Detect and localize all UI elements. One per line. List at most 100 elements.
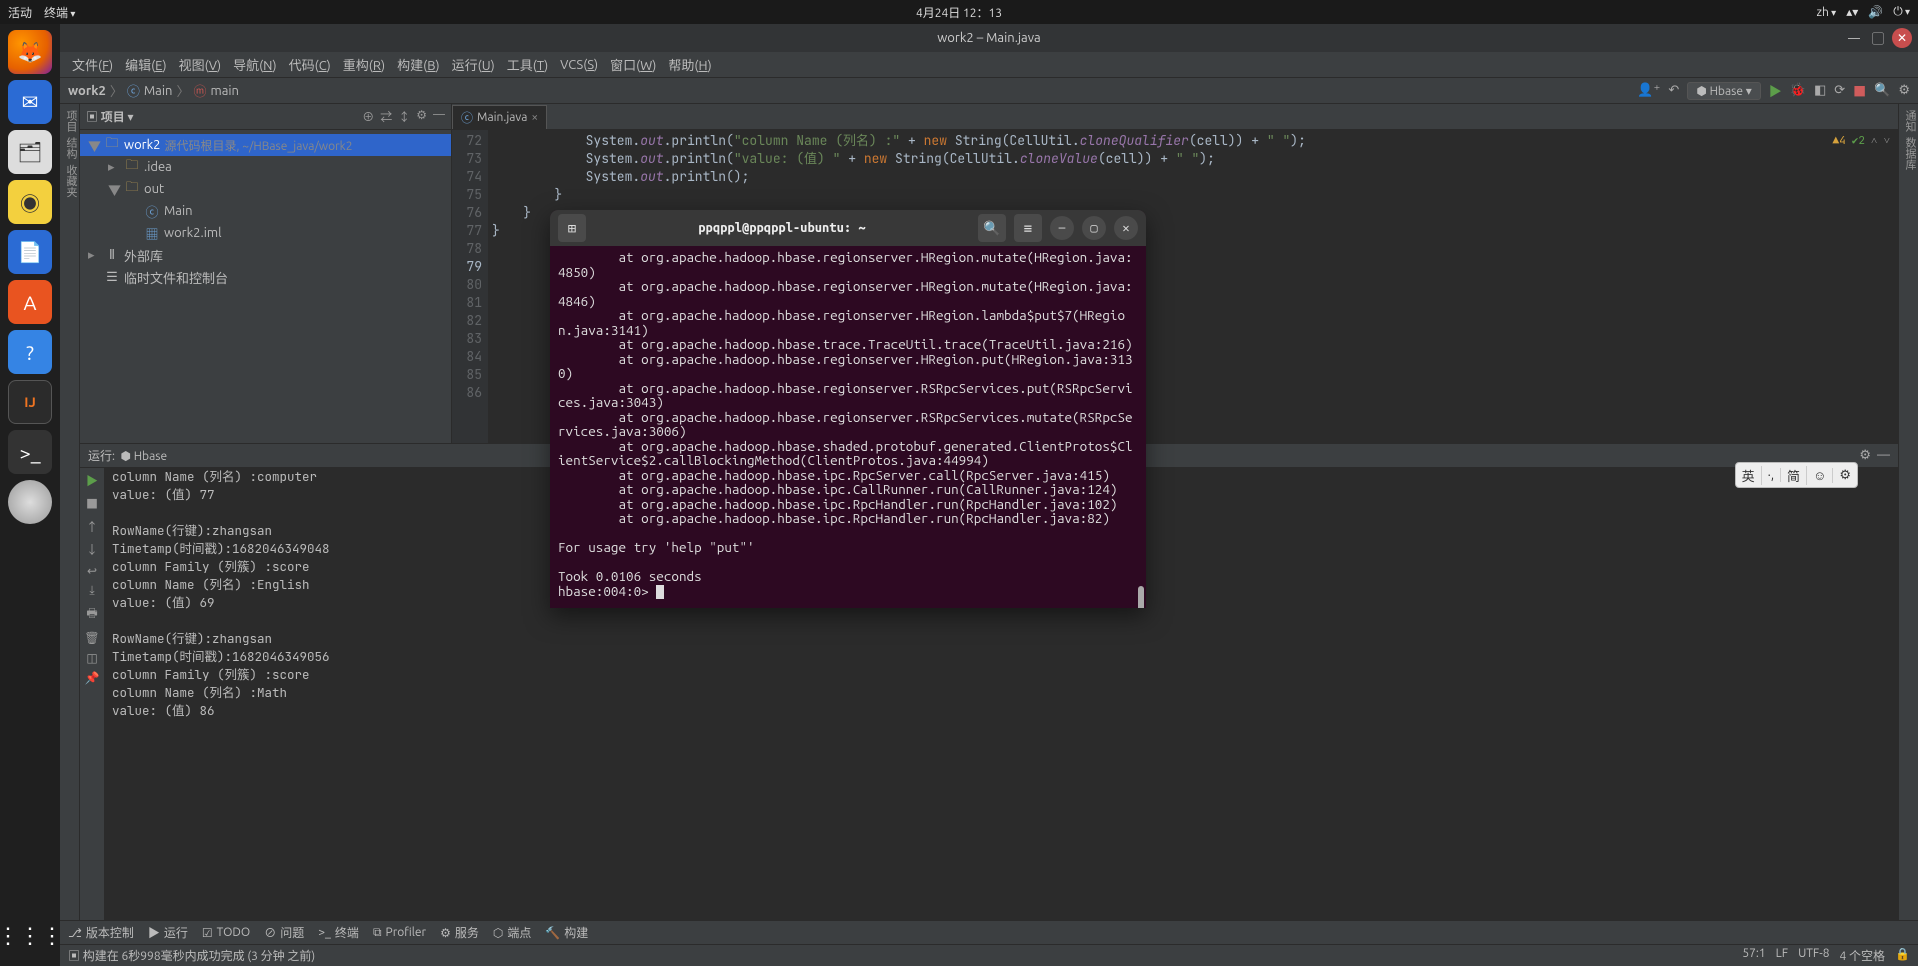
- search-icon[interactable]: 🔍: [1874, 83, 1890, 98]
- stop-icon[interactable]: ■: [1853, 81, 1866, 100]
- scroll-icon[interactable]: ⤓: [89, 584, 94, 598]
- terminal-minimize[interactable]: —: [1050, 216, 1074, 240]
- menu-VCS[interactable]: VCS(S): [556, 56, 602, 74]
- pane-hide-icon[interactable]: —: [433, 108, 445, 125]
- debug-icon[interactable]: 🐞: [1790, 83, 1806, 98]
- terminal-maximize[interactable]: ▢: [1082, 216, 1106, 240]
- scope-icon[interactable]: ⊕: [362, 108, 374, 125]
- bottom-tab-终端[interactable]: >_终端: [318, 924, 359, 941]
- window-close[interactable]: ✕: [1892, 28, 1912, 48]
- stop-run-icon[interactable]: ■: [86, 495, 98, 512]
- terminal-new-tab-icon[interactable]: ⊞: [558, 214, 586, 242]
- dock-intellij[interactable]: IJ: [8, 380, 52, 424]
- window-minimize[interactable]: —: [1844, 28, 1864, 48]
- layout-icon[interactable]: ◫: [86, 651, 97, 665]
- coverage-icon[interactable]: ◧: [1814, 83, 1826, 98]
- tree-row-out[interactable]: ▼🗀out: [80, 178, 451, 200]
- terminal-scrollbar[interactable]: [1138, 586, 1144, 608]
- ime-toolbar[interactable]: 英·,简☺⚙: [1735, 462, 1858, 488]
- dock-disc[interactable]: [8, 480, 52, 524]
- up-icon[interactable]: ↑: [86, 518, 98, 535]
- dock-show-apps[interactable]: ⋮⋮⋮: [8, 914, 52, 958]
- left-stripe[interactable]: 项目 结构 收藏夹: [60, 104, 80, 920]
- down-icon[interactable]: ↓: [86, 541, 98, 558]
- right-stripe[interactable]: 通知 数据库: [1898, 104, 1918, 920]
- bottom-tab-运行[interactable]: ▶运行: [148, 924, 188, 941]
- bottom-tab-服务[interactable]: ⚙服务: [440, 924, 479, 941]
- menu-重构[interactable]: 重构(R): [339, 53, 389, 76]
- ime-英[interactable]: 英: [1736, 466, 1762, 485]
- wrap-icon[interactable]: ↩: [87, 564, 97, 578]
- terminal-menu-icon[interactable]: ≡: [1014, 214, 1042, 242]
- dock-libreoffice[interactable]: 📄: [8, 230, 52, 274]
- project-tree[interactable]: ▼🗀work2 源代码根目录, ~/HBase_java/work2▸🗀.ide…: [80, 130, 451, 443]
- dock-software[interactable]: A: [8, 280, 52, 324]
- tree-row-.idea[interactable]: ▸🗀.idea: [80, 156, 451, 178]
- power-icon[interactable]: ⏻: [1893, 5, 1910, 19]
- network-icon[interactable]: ▴▾: [1846, 5, 1858, 19]
- run-config-selector[interactable]: ⬢ Hbase ▾: [1687, 82, 1760, 100]
- project-pane-title[interactable]: ▣ 项目 ▾: [86, 108, 134, 125]
- status-caret[interactable]: 57:1: [1742, 947, 1765, 964]
- terminal-close[interactable]: ✕: [1114, 216, 1138, 240]
- clear-icon[interactable]: 🗑: [84, 631, 99, 645]
- menu-编辑[interactable]: 编辑(E): [121, 53, 171, 76]
- print-icon[interactable]: 🖶: [86, 604, 97, 625]
- bottom-tab-问题[interactable]: ⊘问题: [264, 924, 304, 941]
- menu-导航[interactable]: 导航(N): [229, 53, 281, 76]
- bottom-tab-构建[interactable]: 🔨构建: [545, 924, 588, 941]
- nav-crumb-main-class[interactable]: ⓒMain: [127, 81, 173, 100]
- nav-crumb-main-method[interactable]: ⓜmain: [193, 81, 239, 100]
- menu-代码[interactable]: 代码(C): [285, 53, 335, 76]
- ime-·,[interactable]: ·,: [1762, 468, 1781, 482]
- menu-帮助[interactable]: 帮助(H): [664, 53, 715, 76]
- menu-窗口[interactable]: 窗口(W): [606, 53, 660, 76]
- tree-row-临时文件和控制台[interactable]: ☰临时文件和控制台: [80, 266, 451, 288]
- bottom-tab-TODO[interactable]: ☑TODO: [202, 926, 250, 940]
- nav-back-icon[interactable]: ↶: [1668, 83, 1679, 98]
- rerun-icon[interactable]: ▶: [86, 472, 98, 489]
- window-maximize[interactable]: ▢: [1868, 28, 1888, 48]
- run-icon[interactable]: ▶: [1769, 81, 1782, 100]
- editor-tab-main[interactable]: ⓒMain.java×: [452, 105, 547, 129]
- bottom-tab-版本控制[interactable]: ⎇版本控制: [68, 924, 134, 941]
- run-hide-icon[interactable]: —: [1877, 448, 1890, 463]
- activities-button[interactable]: 活动: [8, 4, 32, 21]
- ime-简[interactable]: 简: [1781, 466, 1807, 485]
- ime-☺[interactable]: ☺: [1807, 468, 1833, 483]
- pane-settings-icon[interactable]: ⚙: [416, 108, 427, 125]
- status-indent[interactable]: 4 个空格: [1840, 947, 1886, 964]
- dock-thunderbird[interactable]: ✉: [8, 80, 52, 124]
- bottom-tab-端点[interactable]: ⬡端点: [493, 924, 532, 941]
- dock-terminal[interactable]: >_: [8, 430, 52, 474]
- expand-icon[interactable]: ↕: [398, 108, 410, 125]
- topbar-clock[interactable]: 4月24日 12：13: [916, 4, 1002, 21]
- status-lock-icon[interactable]: 🔒: [1895, 947, 1910, 964]
- status-encoding[interactable]: UTF-8: [1798, 947, 1829, 964]
- menu-运行[interactable]: 运行(U): [448, 53, 499, 76]
- inspection-widget[interactable]: ▲4 ✔2 ˄ ˅: [1833, 134, 1890, 148]
- tree-row-work2.iml[interactable]: ▦work2.iml: [80, 222, 451, 244]
- select-opened-icon[interactable]: ⇄: [380, 108, 392, 125]
- volume-icon[interactable]: 🔊: [1868, 5, 1883, 19]
- nav-project[interactable]: work2: [68, 84, 106, 98]
- profile-icon[interactable]: ⟳: [1834, 83, 1845, 98]
- bottom-tab-Profiler[interactable]: ⧉Profiler: [373, 926, 426, 940]
- tree-row-work2[interactable]: ▼🗀work2 源代码根目录, ~/HBase_java/work2: [80, 134, 451, 156]
- terminal-body[interactable]: at org.apache.hadoop.hbase.regionserver.…: [550, 246, 1146, 608]
- menu-视图[interactable]: 视图(V): [175, 53, 225, 76]
- dock-help[interactable]: ?: [8, 330, 52, 374]
- add-user-icon[interactable]: 👤⁺: [1637, 83, 1660, 98]
- dock-files[interactable]: 🗂: [8, 130, 52, 174]
- topbar-lang[interactable]: zh: [1817, 6, 1837, 19]
- tree-row-Main[interactable]: ⓒMain: [80, 200, 451, 222]
- run-settings-icon[interactable]: ⚙: [1859, 448, 1871, 463]
- close-tab-icon[interactable]: ×: [531, 111, 538, 124]
- menu-文件[interactable]: 文件(F): [68, 53, 117, 76]
- topbar-app-menu[interactable]: 终端: [44, 4, 75, 21]
- pin-icon[interactable]: 📌: [85, 671, 100, 685]
- menu-工具[interactable]: 工具(T): [503, 53, 552, 76]
- settings-icon[interactable]: ⚙: [1898, 83, 1910, 98]
- dock-firefox[interactable]: 🦊: [8, 30, 52, 74]
- status-line-sep[interactable]: LF: [1776, 947, 1788, 964]
